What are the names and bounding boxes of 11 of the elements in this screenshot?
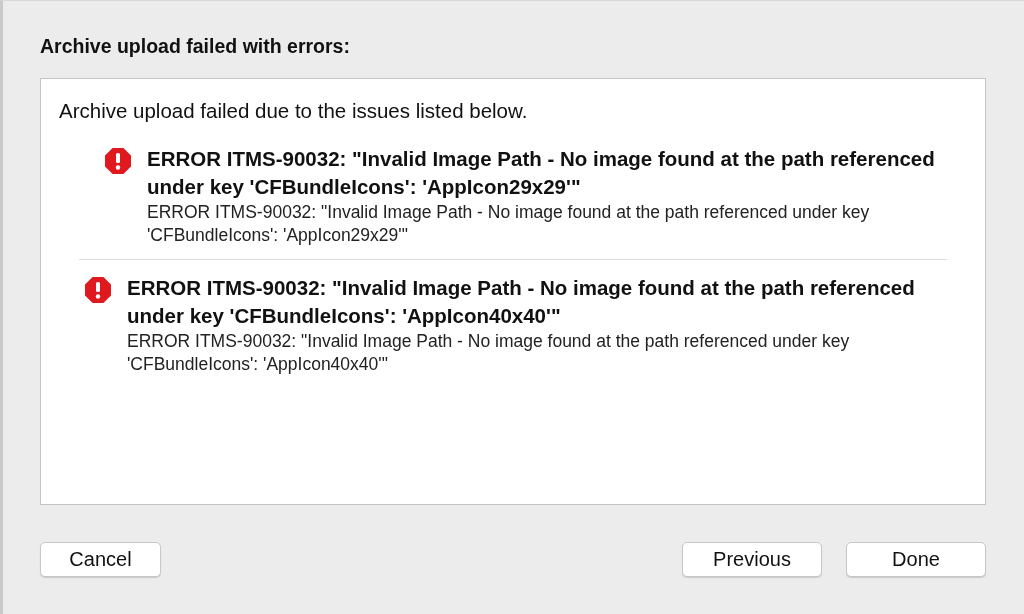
issue-detail: ERROR ITMS-90032: "Invalid Image Path - No image found at the path referenced under key 'CFBundleIcons': 'AppIcon40x40'" bbox=[127, 330, 851, 376]
error-icon bbox=[85, 277, 111, 303]
issue-summary: ERROR ITMS-90032: "Invalid Image Path - No image found at the path referenced under key 'CFBundleIcons': 'AppIcon40x40'" bbox=[127, 275, 916, 329]
cancel-button[interactable]: Cancel bbox=[40, 542, 161, 577]
done-button[interactable]: Done bbox=[846, 542, 986, 577]
issue-detail: ERROR ITMS-90032: "Invalid Image Path - No image found at the path referenced under key 'CFBundleIcons': 'AppIcon29x29'" bbox=[147, 201, 871, 247]
previous-button[interactable]: Previous bbox=[682, 542, 822, 577]
dialog-title: Archive upload failed with errors: bbox=[40, 35, 351, 59]
error-icon bbox=[105, 148, 131, 174]
intro-text: Archive upload failed due to the issues listed below. bbox=[59, 99, 529, 123]
issue-summary: ERROR ITMS-90032: "Invalid Image Path - No image found at the path referenced under key 'CFBundleIcons': 'AppIcon29x29'" bbox=[147, 146, 936, 200]
